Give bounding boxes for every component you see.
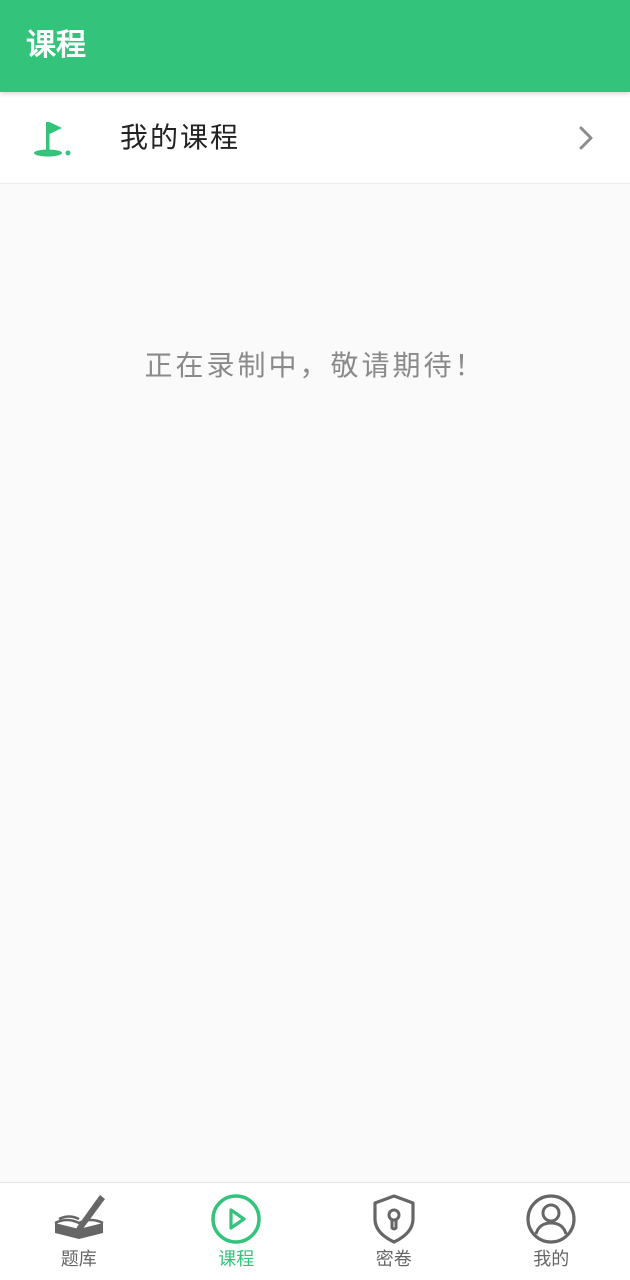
page-title: 课程 (26, 28, 86, 63)
top-app-bar: 课程 (0, 0, 630, 92)
book-pen-icon (54, 1195, 105, 1239)
nav-label-mine: 我的 (533, 1249, 570, 1270)
my-courses-label: 我的课程 (120, 121, 241, 154)
nav-label-question-bank: 题库 (60, 1249, 97, 1270)
nav-label-secret-papers: 密卷 (375, 1249, 412, 1270)
bottom-navigation: 题库 课程 密卷 我的 (0, 1182, 630, 1280)
user-circle-icon (526, 1194, 576, 1244)
shield-lock-icon (373, 1194, 415, 1244)
my-courses-row[interactable]: 我的课程 (0, 92, 630, 184)
chevron-right-icon (579, 126, 593, 150)
nav-item-mine[interactable]: 我的 (473, 1183, 630, 1280)
flag-icon (34, 122, 71, 157)
nav-item-question-bank[interactable]: 题库 (0, 1183, 158, 1280)
nav-label-courses: 课程 (218, 1249, 255, 1270)
nav-item-secret-papers[interactable]: 密卷 (315, 1183, 473, 1280)
nav-item-courses[interactable]: 课程 (158, 1183, 316, 1280)
empty-state-message: 正在录制中，敬请期待！ (144, 349, 486, 382)
play-circle-icon (211, 1194, 261, 1244)
app-root: 课程 我的课程 正在录制中，敬请期待！ 题库 课程 密卷 我的 (0, 0, 630, 1280)
